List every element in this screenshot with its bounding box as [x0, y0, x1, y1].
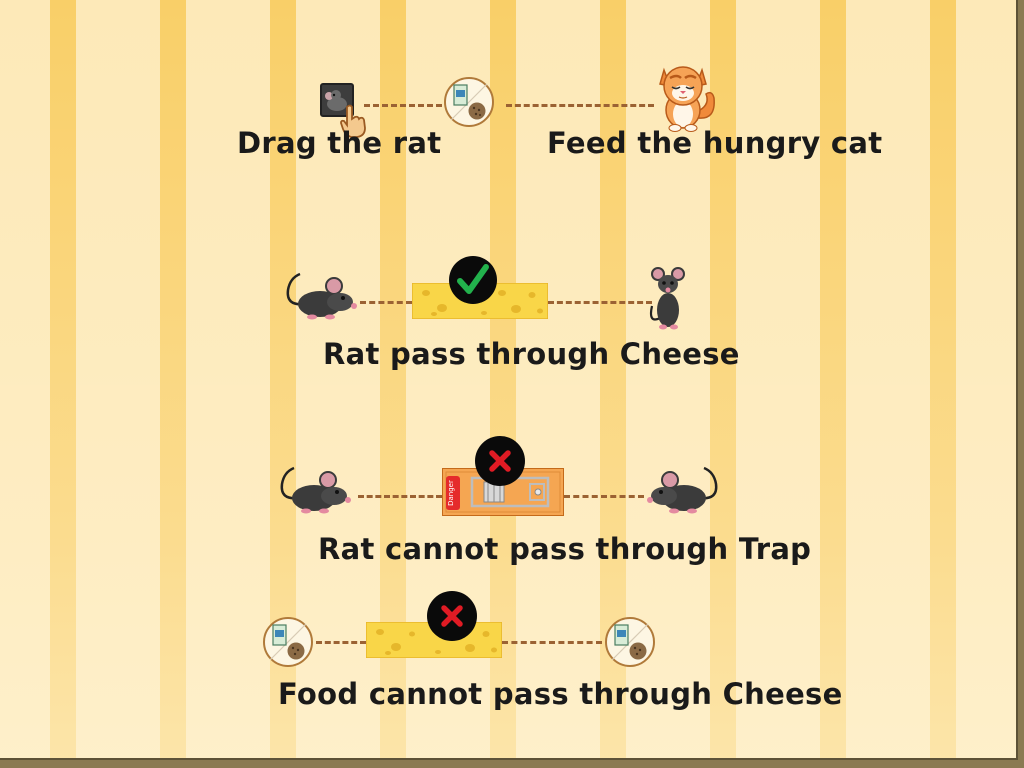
cat-food-icon: [604, 616, 656, 668]
rat-trap-caption: Rat cannot pass through Trap: [318, 532, 812, 566]
dashed-path: [360, 301, 412, 304]
cross-icon: [426, 590, 478, 642]
food-cheese-caption: Food cannot pass through Cheese: [278, 677, 843, 711]
dashed-path: [502, 641, 602, 644]
rat-side-icon: [276, 460, 352, 516]
dashed-path: [358, 495, 442, 498]
dashed-path: [506, 104, 654, 107]
hungry-cat-icon: [650, 60, 720, 132]
dashed-path: [316, 641, 366, 644]
check-icon: [448, 255, 498, 305]
cat-food-icon: [443, 76, 495, 128]
rat-side-icon: [282, 266, 358, 322]
drag-rat-caption: Drag the rat: [237, 126, 442, 160]
dashed-path: [564, 495, 644, 498]
feed-cat-caption: Feed the hungry cat: [547, 126, 883, 160]
cat-food-icon: [262, 616, 314, 668]
rat-standing-icon: [640, 266, 688, 330]
rat-cheese-caption: Rat pass through Cheese: [323, 337, 740, 371]
cross-icon: [474, 435, 526, 487]
rat-side-left-icon: [646, 460, 722, 516]
dashed-path: [364, 104, 442, 107]
background-fade: [0, 0, 1024, 768]
trap-danger-label: Danger: [447, 480, 455, 506]
dashed-path: [548, 301, 652, 304]
